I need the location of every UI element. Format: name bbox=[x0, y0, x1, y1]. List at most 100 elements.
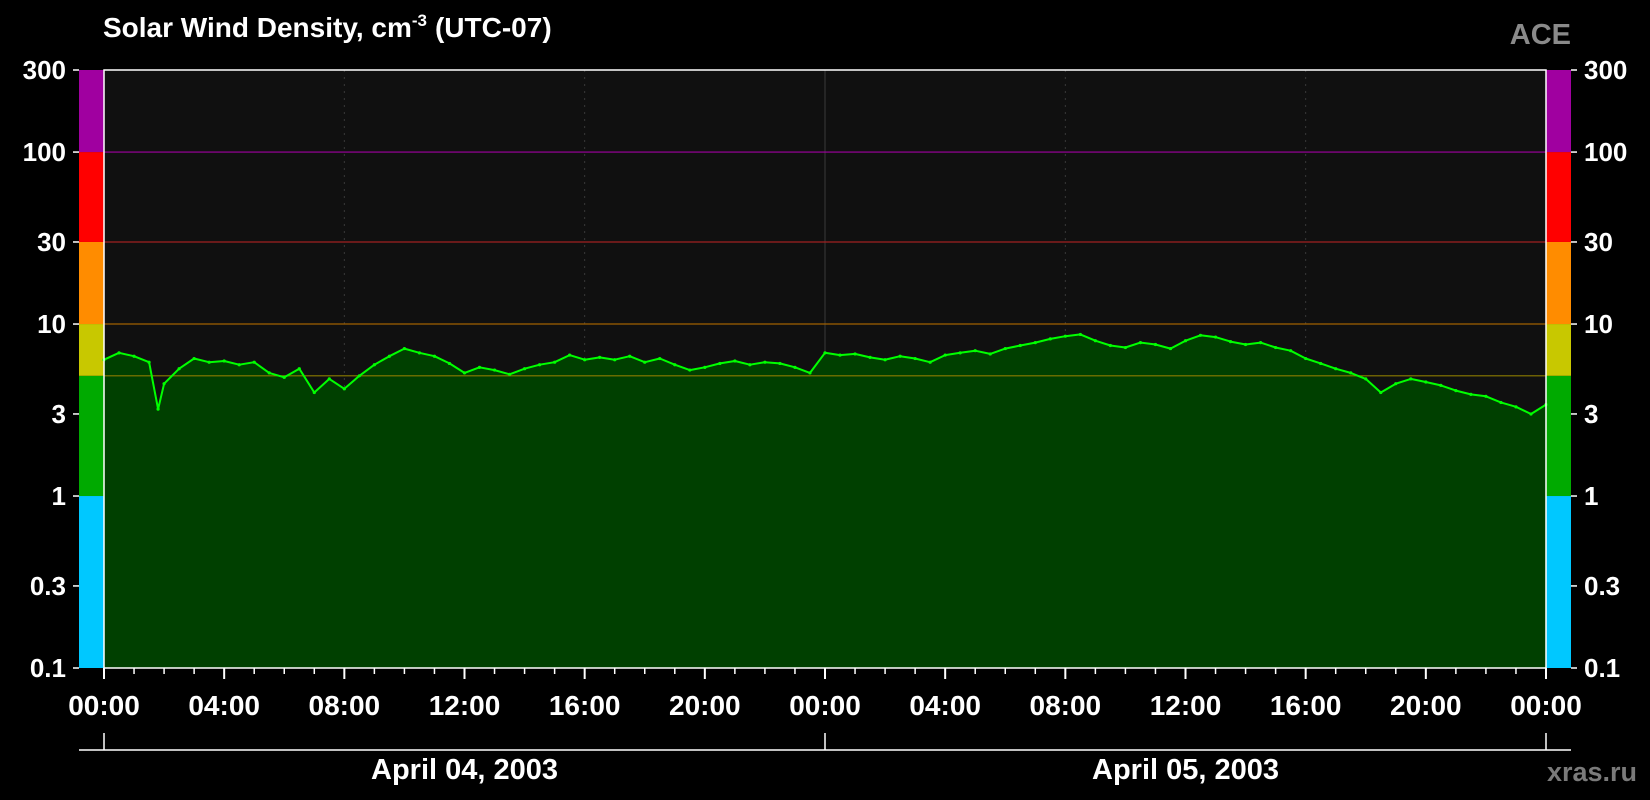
data-point bbox=[763, 360, 767, 364]
data-point bbox=[1274, 345, 1278, 350]
data-point bbox=[162, 382, 166, 386]
right-y-tick-label: 3 bbox=[1584, 399, 1598, 429]
data-point bbox=[237, 363, 241, 367]
left-scale-band bbox=[79, 496, 104, 668]
data-point bbox=[778, 361, 782, 366]
left-y-tick-label: 0.3 bbox=[30, 571, 66, 601]
solar-wind-density-chart: Solar Wind Density, cm-3 (UTC-07) ACE xra… bbox=[0, 0, 1650, 800]
data-point bbox=[507, 372, 512, 376]
data-point bbox=[1409, 377, 1413, 381]
data-point bbox=[1499, 400, 1503, 405]
data-point bbox=[943, 353, 947, 357]
data-point bbox=[868, 355, 872, 359]
right-scale-band bbox=[1546, 241, 1571, 325]
data-point bbox=[928, 360, 932, 364]
data-point bbox=[1349, 371, 1353, 375]
data-point bbox=[1018, 343, 1022, 348]
left-scale-band bbox=[79, 375, 104, 497]
data-point bbox=[222, 359, 226, 363]
data-point bbox=[447, 361, 452, 366]
data-point bbox=[703, 365, 707, 369]
left-y-tick-label: 0.1 bbox=[30, 653, 66, 683]
data-point bbox=[658, 356, 662, 361]
data-point bbox=[432, 354, 437, 358]
data-point bbox=[207, 360, 211, 364]
data-point bbox=[883, 358, 887, 362]
data-point bbox=[1048, 337, 1052, 341]
data-point bbox=[1063, 334, 1067, 338]
data-point bbox=[913, 356, 917, 361]
data-point bbox=[1364, 377, 1368, 381]
data-point bbox=[568, 353, 572, 357]
right-y-tick-label: 0.3 bbox=[1584, 571, 1620, 601]
data-point bbox=[327, 377, 331, 381]
x-tick-label: 16:00 bbox=[549, 690, 621, 721]
data-point bbox=[1243, 342, 1248, 347]
left-y-tick-label: 10 bbox=[37, 309, 66, 339]
data-point bbox=[1078, 332, 1082, 337]
data-point bbox=[132, 354, 136, 358]
x-tick-label: 00:00 bbox=[1510, 690, 1582, 721]
data-point bbox=[177, 367, 181, 371]
data-point bbox=[733, 359, 737, 363]
right-y-tick-label: 0.1 bbox=[1584, 653, 1620, 683]
x-tick-label: 12:00 bbox=[1150, 690, 1222, 721]
data-point bbox=[793, 365, 797, 369]
x-tick-label: 16:00 bbox=[1270, 690, 1342, 721]
right-scale-band bbox=[1546, 496, 1571, 668]
date-label: April 04, 2003 bbox=[371, 754, 558, 786]
data-point bbox=[1484, 394, 1488, 398]
data-point bbox=[553, 360, 557, 364]
left-y-tick-label: 1 bbox=[52, 481, 66, 511]
data-point bbox=[477, 365, 482, 369]
data-point bbox=[1259, 340, 1263, 345]
right-y-tick-label: 30 bbox=[1584, 227, 1613, 257]
data-point bbox=[643, 360, 647, 364]
left-scale-band bbox=[79, 70, 104, 153]
data-point bbox=[192, 356, 196, 361]
data-point bbox=[1394, 382, 1398, 386]
data-point bbox=[156, 407, 160, 411]
data-point bbox=[988, 352, 992, 356]
data-point bbox=[252, 360, 256, 364]
data-point bbox=[1319, 361, 1323, 366]
right-y-tick-label: 100 bbox=[1584, 137, 1627, 167]
data-point bbox=[628, 354, 632, 358]
right-y-tick-label: 300 bbox=[1584, 55, 1627, 85]
data-point bbox=[1138, 340, 1143, 345]
data-point bbox=[583, 358, 587, 362]
x-tick-label: 20:00 bbox=[669, 690, 741, 721]
x-tick-label: 00:00 bbox=[68, 690, 140, 721]
data-point bbox=[267, 371, 271, 375]
data-point bbox=[1304, 356, 1308, 361]
x-tick-label: 12:00 bbox=[429, 690, 501, 721]
data-point bbox=[1424, 380, 1428, 384]
data-point bbox=[718, 361, 722, 366]
data-point bbox=[1153, 342, 1158, 347]
right-scale-band bbox=[1546, 70, 1571, 153]
data-point bbox=[1454, 389, 1458, 393]
data-point bbox=[462, 371, 467, 375]
data-point bbox=[613, 358, 617, 362]
data-point bbox=[387, 354, 391, 358]
data-point bbox=[147, 360, 151, 364]
x-tick-label: 20:00 bbox=[1390, 690, 1462, 721]
left-scale-band bbox=[79, 324, 104, 376]
data-point bbox=[1213, 335, 1218, 339]
data-point bbox=[1289, 349, 1293, 353]
data-point bbox=[853, 352, 857, 356]
x-tick-label: 08:00 bbox=[309, 690, 381, 721]
data-point bbox=[898, 354, 902, 358]
data-point bbox=[673, 363, 677, 367]
data-point bbox=[1123, 345, 1128, 350]
data-point bbox=[1439, 383, 1443, 387]
data-point bbox=[1379, 390, 1383, 395]
data-point bbox=[492, 368, 497, 372]
data-point bbox=[282, 375, 286, 379]
x-tick-label: 04:00 bbox=[909, 690, 981, 721]
data-point bbox=[1108, 343, 1112, 348]
data-point bbox=[402, 346, 407, 351]
chart-title-suffix: (UTC-07) bbox=[435, 12, 552, 43]
x-tick-label: 00:00 bbox=[789, 690, 861, 721]
data-point bbox=[372, 363, 376, 367]
